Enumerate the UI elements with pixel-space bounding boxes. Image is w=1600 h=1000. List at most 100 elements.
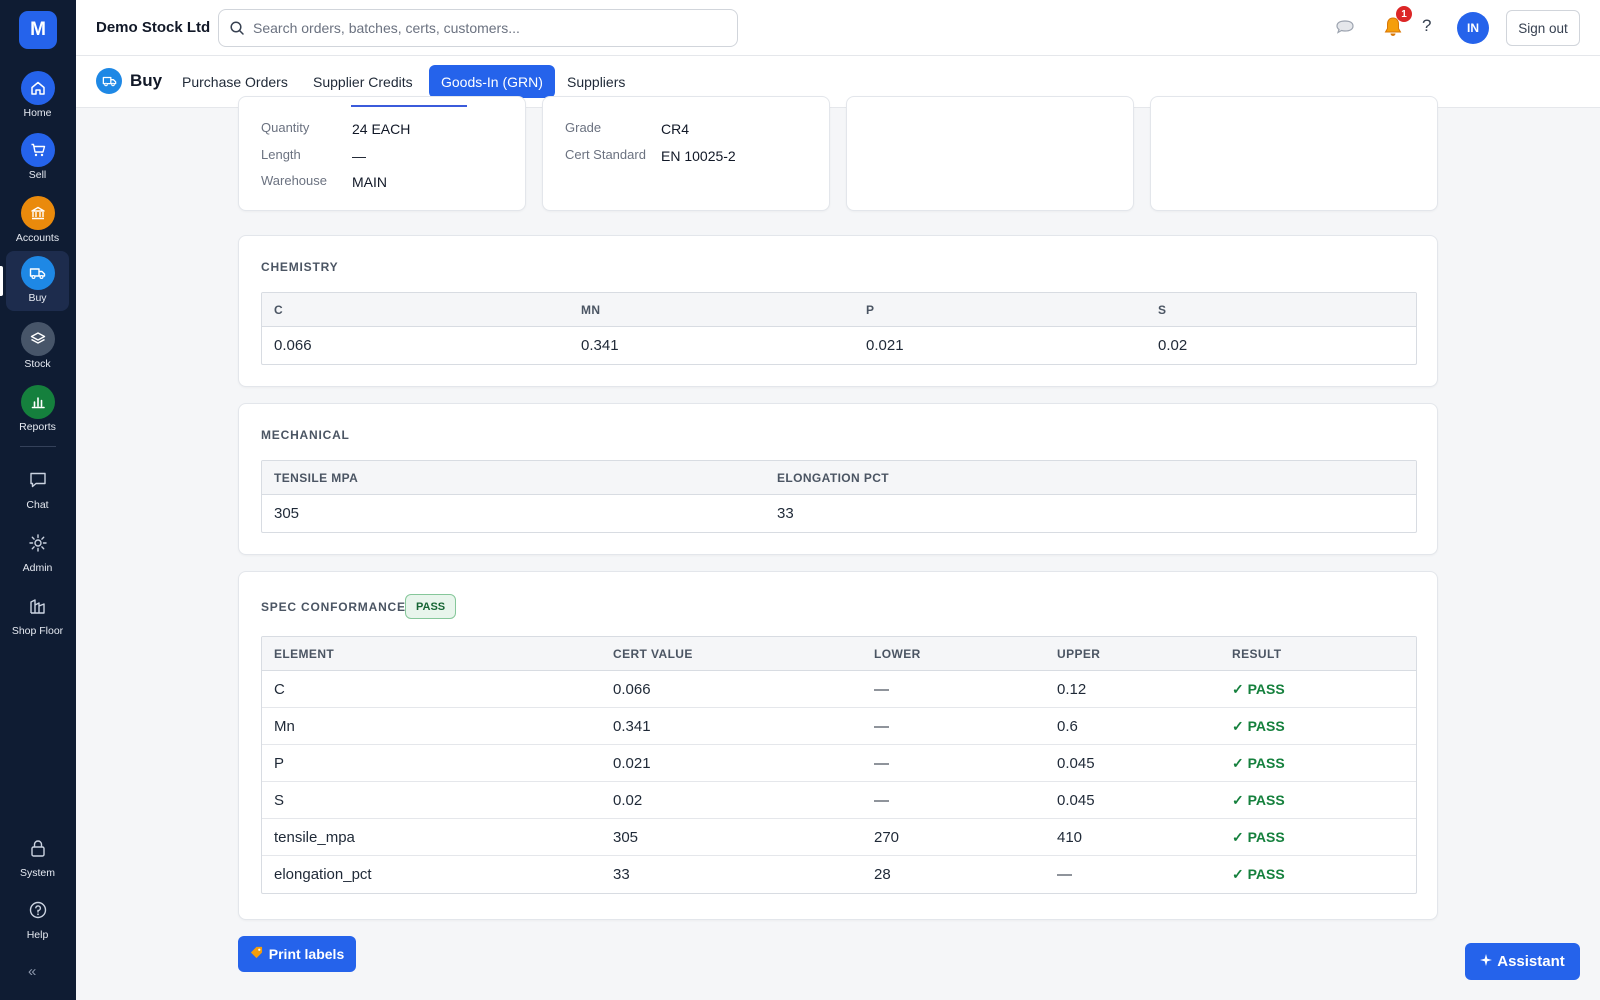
result-cell: ✓ PASS (1232, 791, 1285, 808)
sidebar-item-home[interactable]: Home (6, 66, 69, 126)
table-cell: P (274, 754, 285, 772)
table-cell: 0.045 (1057, 791, 1095, 809)
table-header: ELEMENT CERT VALUE LOWER UPPER RESULT (262, 637, 1416, 671)
table-cell: — (1057, 866, 1072, 883)
tag-icon (250, 946, 263, 962)
tab-suppliers[interactable]: Suppliers (555, 65, 637, 98)
mechanical-title: MECHANICAL (261, 428, 350, 442)
sidebar-item-label: Shop Floor (11, 625, 64, 637)
spec-conformance-table: ELEMENT CERT VALUE LOWER UPPER RESULT C … (261, 636, 1417, 894)
table-cell: 0.045 (1057, 754, 1095, 772)
assistant-button[interactable]: Assistant (1465, 943, 1580, 980)
sign-out-button[interactable]: Sign out (1506, 10, 1580, 46)
help-icon (21, 893, 55, 927)
sidebar-item-system[interactable]: System (6, 827, 69, 887)
table-cell: elongation_pct (274, 866, 372, 883)
tab-supplier-credits[interactable]: Supplier Credits (301, 65, 425, 98)
table-cell: 305 (613, 828, 639, 846)
messages-icon[interactable] (1334, 17, 1356, 37)
table-row: elongation_pct 33 28 — ✓ PASS (262, 856, 1416, 893)
company-name: Demo Stock Ltd (96, 19, 211, 36)
notification-count-badge: 1 (1396, 6, 1412, 22)
table-cell: C (274, 680, 285, 698)
column-header: RESULT (1232, 646, 1282, 661)
column-header: LOWER (874, 646, 921, 661)
cert-standard-value: EN 10025-2 (661, 148, 736, 164)
table-cell: 270 (874, 828, 900, 846)
quantity-value: 24 EACH (352, 121, 411, 137)
mechanical-card: MECHANICAL TENSILE MPA ELONGATION PCT 30… (238, 403, 1438, 555)
result-cell: ✓ PASS (1232, 717, 1285, 734)
spec-conformance-title: SPEC CONFORMANCE (261, 600, 406, 614)
sidebar-item-buy[interactable]: Buy (6, 251, 69, 311)
length-label: Length (261, 147, 301, 162)
table-cell: 305 (274, 505, 300, 522)
table-cell: S (274, 791, 285, 809)
quantity-label: Quantity (261, 120, 310, 135)
sidebar-item-admin[interactable]: Admin (6, 522, 69, 582)
column-header: TENSILE MPA (274, 470, 359, 485)
module-title: Buy (130, 71, 163, 90)
sidebar-item-label: Buy (28, 292, 47, 304)
sidebar-item-label: Chat (26, 499, 49, 511)
chemistry-table: C MN P S 0.066 0.341 0.021 0.02 (261, 292, 1417, 365)
help-button[interactable]: ? (1422, 16, 1431, 36)
table-row: tensile_mpa 305 270 410 ✓ PASS (262, 819, 1416, 856)
table-cell: 33 (777, 505, 794, 522)
table-cell: 28 (874, 866, 891, 883)
table-row: S 0.02 — 0.045 ✓ PASS (262, 782, 1416, 819)
avatar[interactable]: IN (1457, 12, 1489, 44)
truck-icon (96, 68, 122, 94)
sidebar-item-help[interactable]: Help (6, 889, 69, 949)
tab-goods-in-grn[interactable]: Goods-In (GRN) (429, 65, 555, 98)
grade-value: CR4 (661, 121, 690, 137)
result-cell: ✓ PASS (1232, 866, 1285, 882)
table-cell: Mn (274, 717, 295, 735)
table-cell: 0.066 (274, 337, 312, 354)
chat-icon (21, 463, 55, 497)
home-icon (20, 71, 55, 105)
details-card-3 (846, 96, 1134, 211)
table-cell: 0.02 (1158, 337, 1188, 354)
cart-icon (20, 133, 55, 167)
sidebar-item-shop-floor[interactable]: Shop Floor (6, 585, 69, 645)
print-labels-button[interactable]: Print labels (238, 936, 356, 972)
sidebar-item-accounts[interactable]: Accounts (6, 191, 69, 251)
gear-icon (21, 526, 55, 560)
table-cell: 410 (1057, 828, 1083, 846)
sidebar-item-reports[interactable]: Reports (6, 380, 69, 440)
table-cell: 0.066 (613, 680, 651, 698)
column-header: C (274, 302, 284, 317)
column-header: ELONGATION PCT (777, 470, 890, 485)
sidebar-item-stock[interactable]: Stock (6, 317, 69, 377)
cert-standard-label: Cert Standard (565, 147, 646, 162)
tab-purchase-orders[interactable]: Purchase Orders (170, 65, 300, 98)
app-logo[interactable]: M (19, 11, 57, 49)
bar-chart-icon (20, 385, 55, 419)
grade-label: Grade (565, 120, 602, 135)
sidebar-item-sell[interactable]: Sell (6, 128, 69, 188)
search-input[interactable] (253, 20, 723, 36)
sidebar-item-label: Home (23, 107, 52, 119)
column-header: MN (581, 302, 601, 317)
top-bar: Demo Stock Ltd (76, 0, 1600, 56)
material-details-card: Grade CR4 Cert Standard EN 10025-2 (542, 96, 830, 211)
result-cell: ✓ PASS (1232, 828, 1285, 845)
table-cell: — (874, 754, 889, 772)
column-header: S (1158, 302, 1167, 317)
status-badge: PASS (405, 594, 457, 619)
length-value: — (352, 148, 366, 164)
sidebar-item-label: System (19, 867, 55, 879)
collapse-sidebar-button[interactable]: « (28, 963, 36, 980)
sidebar-item-label: Sell (28, 169, 47, 181)
print-labels-label: Print labels (268, 946, 345, 962)
batch-details-card: Quantity 24 EACH Length — Warehouse MAIN (238, 96, 526, 211)
sidebar-item-label: Reports (19, 421, 56, 433)
result-cell: ✓ PASS (1232, 680, 1285, 697)
lock-icon (21, 831, 55, 865)
sidebar-divider (20, 446, 56, 447)
sidebar-item-label: Help (26, 929, 49, 941)
search-box[interactable] (218, 9, 738, 47)
table-cell: 0.6 (1057, 717, 1078, 735)
sidebar-item-chat[interactable]: Chat (6, 459, 69, 519)
